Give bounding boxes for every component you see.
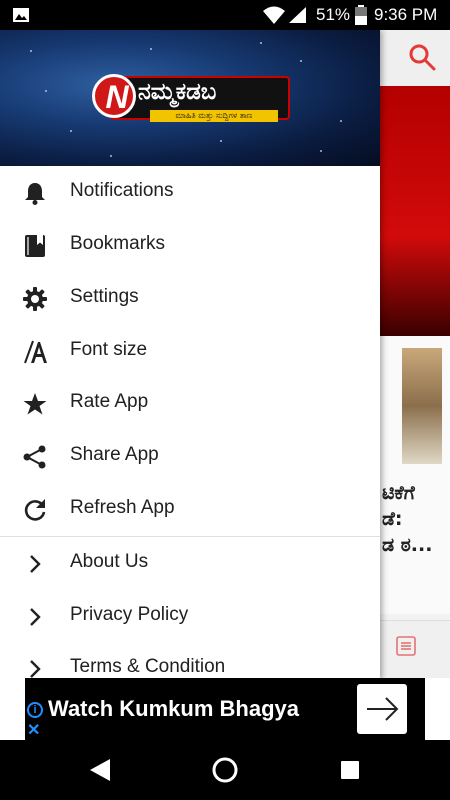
search-icon[interactable] (408, 43, 436, 71)
arrow-right-icon (367, 697, 399, 721)
logo-text: ನಮ್ಮಕಡಬ (138, 79, 217, 105)
refresh-icon (24, 499, 46, 521)
menu-item-label: Rate App (70, 391, 149, 412)
ad-text: Watch Kumkum Bhagya (48, 696, 300, 721)
share-icon (23, 445, 46, 469)
background-app: ಟಿಕೆಗೆ ಡೆ: ಡ ಠ... (380, 30, 450, 681)
menu-item-label: Refresh App (70, 497, 175, 518)
menu-item-rate-app[interactable]: Rate App (0, 377, 380, 429)
menu-item-label: Font size (70, 339, 148, 360)
menu-item-label: Bookmarks (70, 233, 166, 254)
wifi-icon (263, 6, 285, 24)
background-news-card[interactable]: ಟಿಕೆಗೆ ಡೆ: ಡ ಠ... (380, 336, 450, 614)
home-icon[interactable] (211, 756, 239, 784)
menu-item-about-us[interactable]: About Us (0, 537, 380, 589)
battery-percent: 51% (316, 5, 351, 24)
navigation-drawer: N ನಮ್ಮಕಡಬ ಮಾಹಿತಿ ಮತ್ತು ಸುದ್ದಿಗಳ ತಾಣ Noti… (0, 30, 380, 680)
menu-item-terms[interactable]: Terms & Condition (0, 642, 380, 680)
menu-item-label: About Us (70, 551, 149, 572)
chevron-right-icon (30, 555, 41, 573)
recents-icon[interactable] (340, 760, 360, 780)
status-bar: 51% 9:36 PM (0, 0, 450, 30)
list-icon[interactable] (395, 635, 417, 657)
bookmark-icon (25, 235, 45, 257)
ad-open-button[interactable] (357, 684, 407, 734)
chevron-right-icon (30, 660, 41, 678)
menu-item-font-size[interactable]: Font size (0, 325, 380, 377)
menu-item-label: Settings (70, 286, 139, 307)
ad-banner[interactable]: i ✕ Watch Kumkum Bhagya (25, 678, 425, 740)
background-bottom-bar (380, 620, 450, 681)
menu-item-refresh-app[interactable]: Refresh App (0, 483, 380, 535)
ad-margin-right (425, 678, 450, 740)
gear-icon (23, 287, 47, 311)
battery-icon (355, 5, 367, 25)
chevron-right-icon (30, 608, 41, 626)
star-icon (23, 393, 47, 415)
menu-item-notifications[interactable]: Notifications (0, 166, 380, 218)
signal-icon (289, 7, 306, 23)
image-notification-icon (13, 8, 29, 22)
menu-item-bookmarks[interactable]: Bookmarks (0, 219, 380, 271)
app-logo: N ನಮ್ಮಕಡಬ ಮಾಹಿತಿ ಮತ್ತು ಸುದ್ದಿಗಳ ತಾಣ (92, 72, 290, 126)
ad-margin-left (0, 678, 25, 740)
menu-item-label: Notifications (70, 180, 174, 201)
background-banner (380, 86, 450, 336)
menu-item-share-app[interactable]: Share App (0, 430, 380, 482)
menu-item-label: Privacy Policy (70, 604, 189, 625)
clock: 9:36 PM (374, 5, 438, 24)
menu-item-privacy-policy[interactable]: Privacy Policy (0, 590, 380, 642)
menu-item-settings[interactable]: Settings (0, 272, 380, 324)
system-navigation-bar (0, 740, 450, 800)
menu-item-label: Terms & Condition (70, 656, 226, 677)
ad-close-icon[interactable]: ✕ (27, 720, 40, 740)
drawer-header: N ನಮ್ಮಕಡಬ ಮಾಹಿತಿ ಮತ್ತು ಸುದ್ದಿಗಳ ತಾಣ (0, 30, 380, 166)
news-headline: ಟಿಕೆಗೆ ಡೆ: ಡ ಠ... (382, 482, 433, 556)
ad-info-icon[interactable]: i (27, 702, 43, 718)
font-size-icon (24, 340, 47, 364)
back-icon[interactable] (88, 758, 112, 782)
news-thumbnail (402, 348, 442, 464)
logo-tagline: ಮಾಹಿತಿ ಮತ್ತು ಸುದ್ದಿಗಳ ತಾಣ (150, 110, 278, 122)
background-app-header (380, 30, 450, 86)
bell-icon (25, 183, 45, 205)
menu-item-label: Share App (70, 444, 159, 465)
